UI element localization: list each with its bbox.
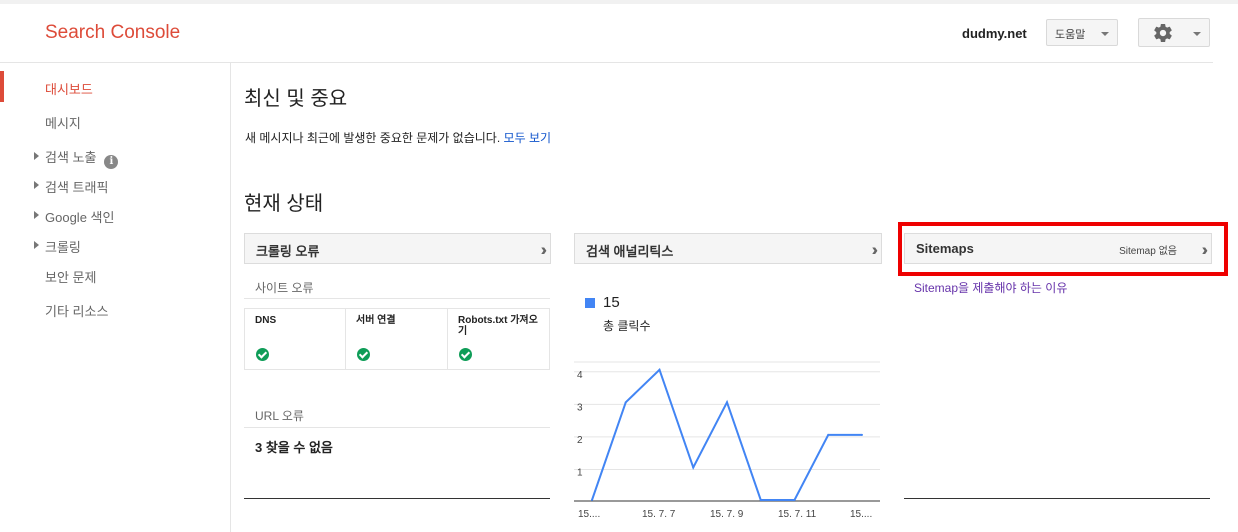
- data-point[interactable]: [692, 466, 695, 469]
- sidebar-item-search-appearance[interactable]: 검색 노출 i: [45, 147, 119, 169]
- y-tick-label: 4: [577, 370, 583, 381]
- gear-icon: [1154, 24, 1172, 42]
- y-tick-label: 1: [577, 467, 583, 478]
- total-clicks-label: 총 클릭수: [603, 319, 651, 333]
- sidebar-divider: [230, 63, 231, 532]
- sidebar-item-crawl[interactable]: 크롤링: [45, 237, 81, 256]
- y-tick-label: 2: [577, 435, 583, 446]
- expand-triangle-icon[interactable]: [34, 241, 39, 249]
- recent-message: 새 메시지나 최근에 발생한 중요한 문제가 없습니다. 모두 보기: [245, 129, 551, 146]
- help-label: 도움말: [1055, 29, 1086, 41]
- sidebar-item-security-issues[interactable]: 보안 문제: [45, 267, 96, 286]
- x-tick-label: 15....: [578, 509, 600, 520]
- card-bottom-border: [244, 498, 550, 499]
- check-circle-icon: [357, 348, 370, 361]
- info-icon[interactable]: i: [104, 155, 119, 169]
- x-tick-label: 15. 7. 7: [642, 509, 676, 520]
- site-errors-grid: DNS 서버 연결 Robots.txt 가져오기: [244, 308, 550, 370]
- check-circle-icon: [459, 348, 472, 361]
- divider: [244, 298, 550, 299]
- data-point[interactable]: [591, 499, 593, 501]
- data-point[interactable]: [624, 401, 627, 404]
- site-error-label: 서버 연결: [356, 315, 396, 326]
- sidebar-item-messages[interactable]: 메시지: [45, 113, 81, 132]
- recent-message-text: 새 메시지나 최근에 발생한 중요한 문제가 없습니다.: [245, 131, 501, 145]
- search-analytics-header[interactable]: 검색 애널리틱스 ››: [574, 233, 882, 264]
- site-error-robots[interactable]: Robots.txt 가져오기: [448, 309, 549, 369]
- x-tick-label: 15....: [850, 509, 872, 520]
- divider: [244, 427, 550, 428]
- y-tick-label: 3: [577, 402, 583, 413]
- search-analytics-title: 검색 애널리틱스: [586, 244, 674, 259]
- x-tick-label: 15. 7. 11: [778, 509, 817, 520]
- recent-section-title: 최신 및 중요: [244, 88, 348, 110]
- expand-triangle-icon[interactable]: [34, 181, 39, 189]
- site-name[interactable]: dudmy.net: [962, 26, 1027, 41]
- top-border: [0, 0, 1238, 4]
- expand-triangle-icon[interactable]: [34, 211, 39, 219]
- url-errors-value[interactable]: 3 찾을 수 없음: [255, 437, 333, 456]
- legend-swatch: [585, 298, 595, 308]
- clicks-chart[interactable]: 1 2 3 4 15.... 15. 7. 7 15. 7. 9 15. 7. 11 15...…: [574, 360, 882, 532]
- data-point[interactable]: [793, 499, 796, 501]
- x-tick-label: 15. 7. 9: [710, 509, 744, 520]
- data-point[interactable]: [759, 499, 762, 501]
- settings-dropdown[interactable]: [1138, 18, 1210, 47]
- chevron-down-icon: [1101, 32, 1109, 36]
- sitemaps-status: Sitemap 없음: [1119, 246, 1177, 257]
- double-chevron-right-icon: ››: [1201, 240, 1210, 259]
- sidebar-item-google-index[interactable]: Google 색인: [45, 207, 114, 226]
- sidebar-item-other-resources[interactable]: 기타 리소스: [45, 301, 108, 320]
- total-clicks-value: 15: [603, 294, 620, 311]
- help-dropdown[interactable]: 도움말: [1046, 19, 1118, 46]
- clicks-series-line[interactable]: [591, 367, 862, 501]
- sitemaps-title: Sitemaps: [916, 241, 974, 256]
- sidebar-item-label: 검색 노출: [45, 150, 97, 165]
- expand-triangle-icon[interactable]: [34, 152, 39, 160]
- sitemap-why-link[interactable]: Sitemap을 제출해야 하는 이유: [914, 279, 1067, 296]
- crawl-errors-header[interactable]: 크롤링 오류 ››: [244, 233, 551, 264]
- header-divider: [0, 62, 1213, 63]
- url-errors-label: URL 오류: [255, 409, 304, 423]
- site-error-server[interactable]: 서버 연결: [346, 309, 448, 369]
- check-circle-icon: [256, 348, 269, 361]
- sitemaps-header[interactable]: Sitemaps Sitemap 없음 ››: [904, 233, 1212, 264]
- double-chevron-right-icon: ››: [540, 240, 549, 259]
- status-section-title: 현재 상태: [244, 193, 324, 215]
- data-point[interactable]: [861, 433, 863, 436]
- data-point[interactable]: [658, 368, 661, 371]
- site-error-dns[interactable]: DNS: [245, 309, 346, 369]
- chevron-down-icon: [1193, 32, 1201, 36]
- sidebar-item-dashboard[interactable]: 대시보드: [45, 79, 93, 98]
- site-error-label: DNS: [255, 315, 277, 326]
- site-errors-label: 사이트 오류: [255, 281, 314, 295]
- sidebar-active-indicator: [0, 71, 4, 102]
- data-point[interactable]: [827, 433, 830, 436]
- card-bottom-border: [904, 498, 1210, 499]
- crawl-errors-title: 크롤링 오류: [256, 244, 320, 259]
- sidebar-item-search-traffic[interactable]: 검색 트래픽: [45, 177, 108, 196]
- view-all-link[interactable]: 모두 보기: [504, 131, 552, 145]
- app-logo[interactable]: Search Console: [45, 22, 180, 44]
- site-error-label: Robots.txt 가져오기: [458, 315, 538, 337]
- data-point[interactable]: [726, 401, 728, 404]
- double-chevron-right-icon: ››: [871, 240, 880, 259]
